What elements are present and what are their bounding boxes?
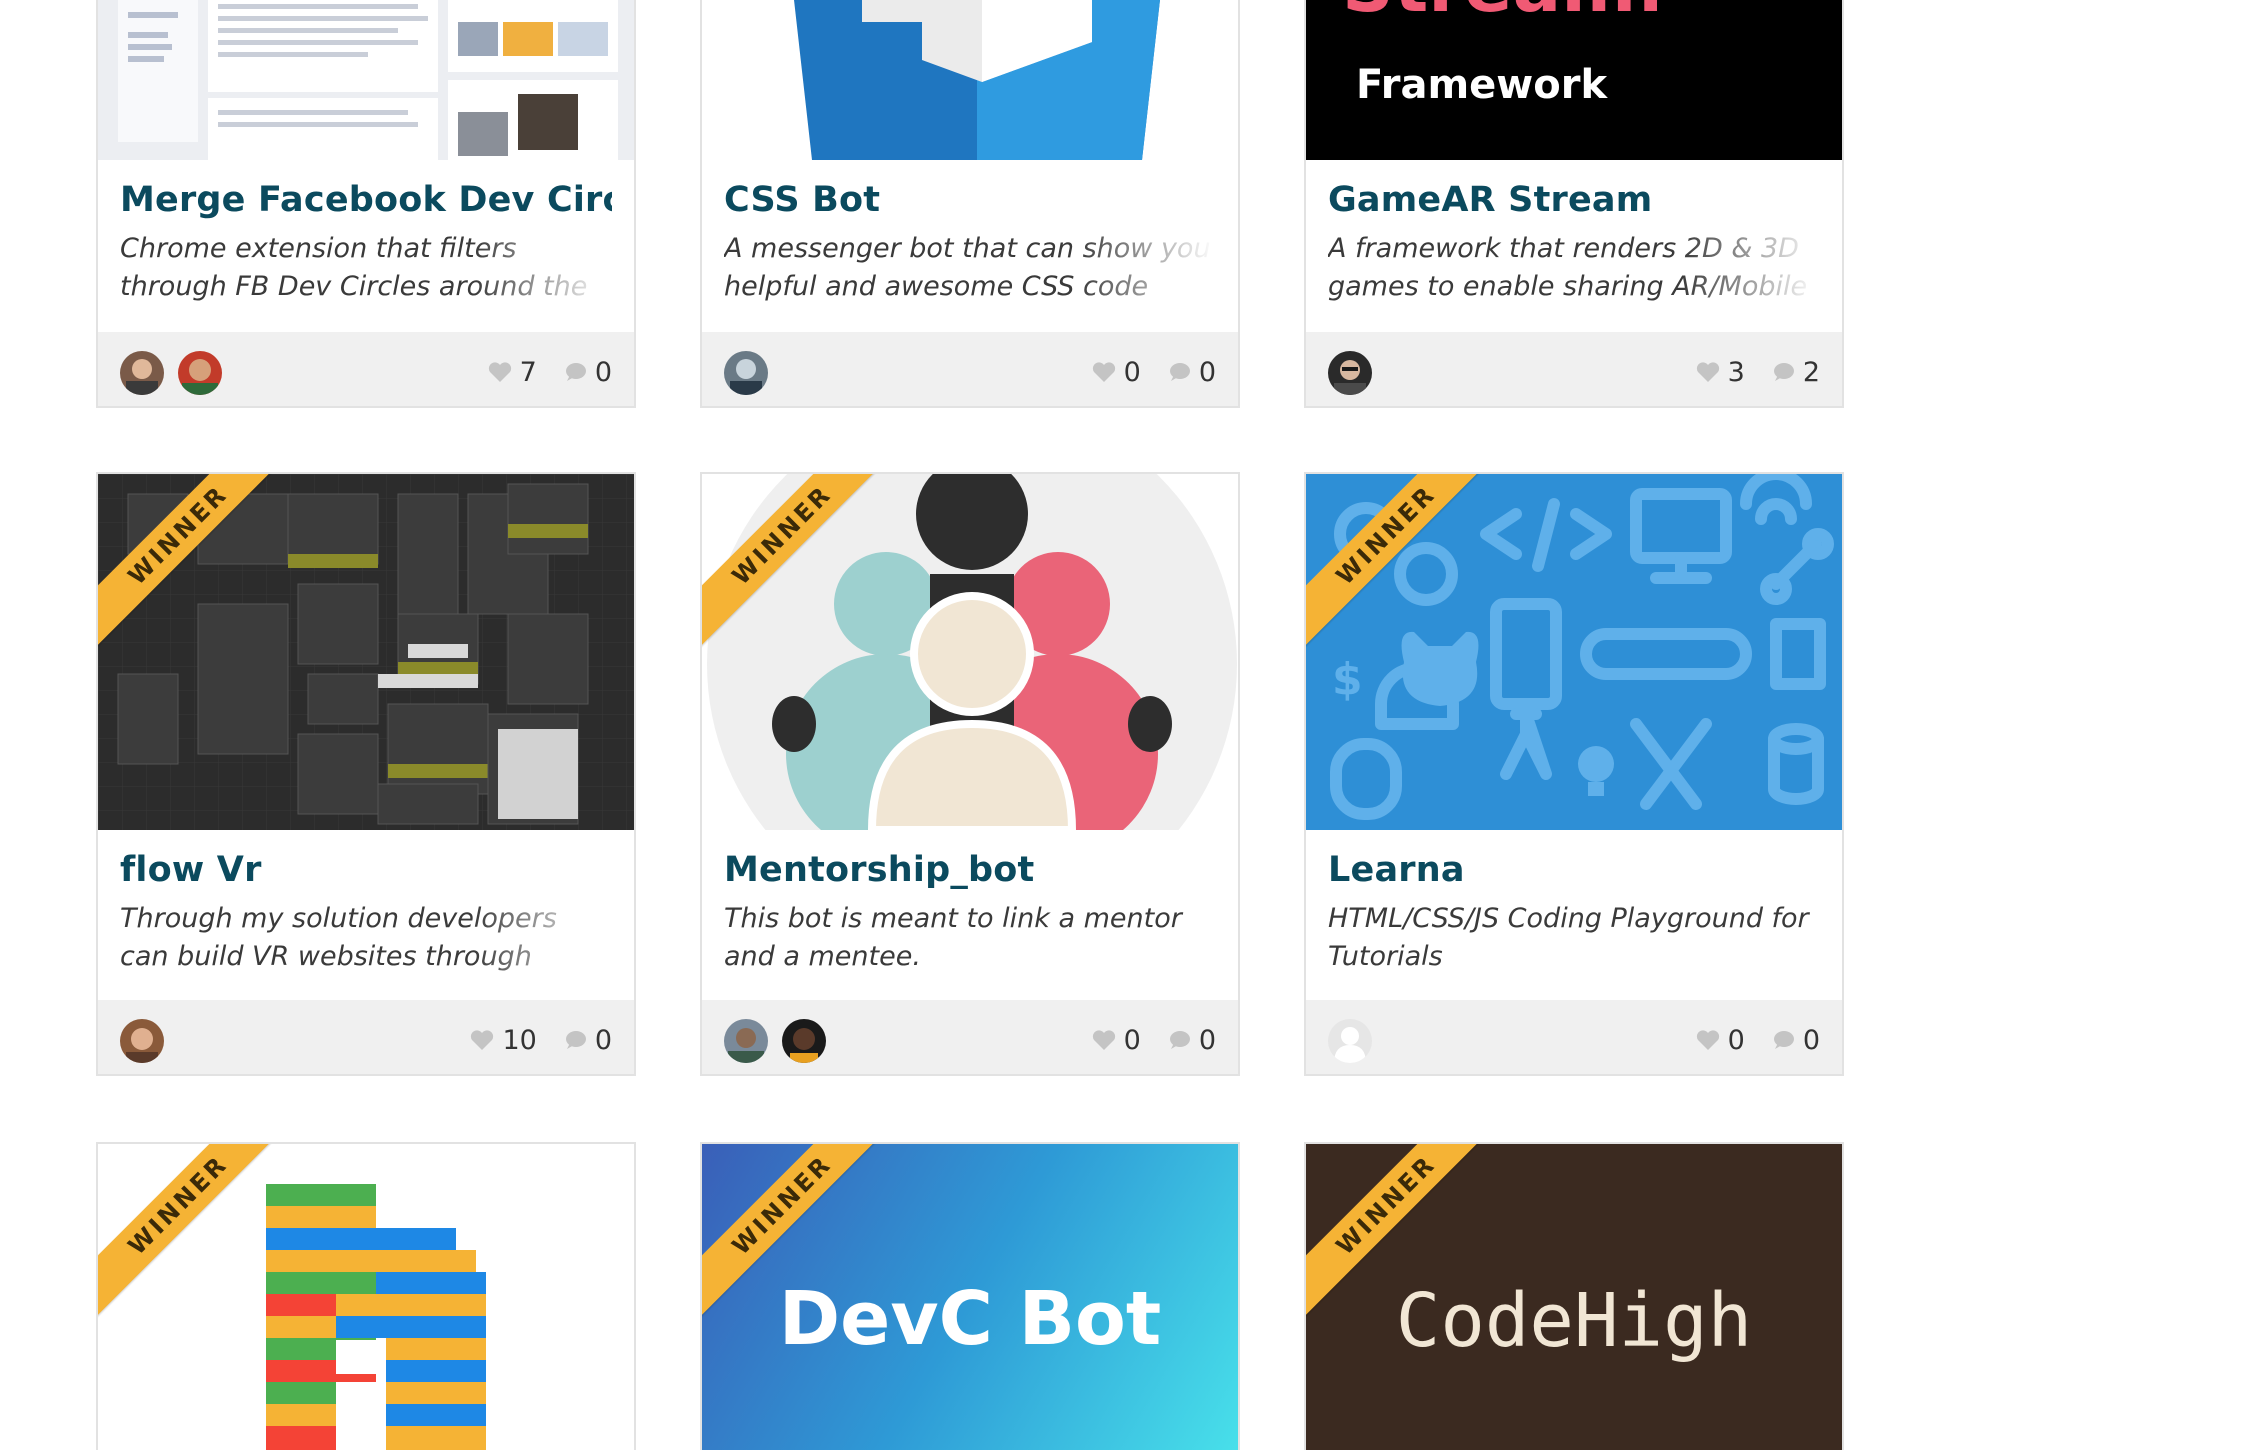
- card-footer: 3 2: [1306, 332, 1842, 406]
- avatar[interactable]: [178, 351, 222, 395]
- heart-icon: [1092, 1030, 1115, 1050]
- project-thumbnail[interactable]: [98, 0, 634, 160]
- avatar[interactable]: [120, 351, 164, 395]
- project-card[interactable]: WINNER Mentorship_bot This bot is meant …: [700, 472, 1240, 1076]
- like-count-value: 10: [502, 1024, 537, 1056]
- project-thumbnail[interactable]: [702, 0, 1238, 160]
- text-fade: [474, 230, 634, 306]
- heart-icon: [471, 1030, 494, 1050]
- project-thumbnail[interactable]: CodeHigh WINNER: [1306, 1144, 1842, 1450]
- speech-bubble-icon: [565, 363, 586, 381]
- card-footer: 7 0: [98, 332, 634, 406]
- text-fade: [1078, 230, 1238, 306]
- project-card[interactable]: CodeHigh WINNER: [1304, 1142, 1844, 1450]
- card-footer: 10 0: [98, 1000, 634, 1074]
- comment-count-value: 0: [1802, 1024, 1820, 1056]
- project-card[interactable]: WINNER: [96, 1142, 636, 1450]
- comment-count[interactable]: 0: [1771, 1025, 1820, 1056]
- avatar[interactable]: [724, 351, 768, 395]
- like-count[interactable]: 3: [1696, 357, 1745, 388]
- like-count-value: 0: [1123, 356, 1141, 388]
- heart-icon: [488, 362, 511, 382]
- text-fade: [474, 900, 634, 976]
- project-thumbnail[interactable]: WINNER: [98, 474, 634, 830]
- project-title[interactable]: Mentorship_bot: [724, 850, 1216, 890]
- comment-count-value: 0: [594, 1024, 612, 1056]
- project-card[interactable]: WINNER flow Vr Through my solution devel…: [96, 472, 636, 1076]
- project-card[interactable]: CSS Bot A messenger bot that can show yo…: [700, 0, 1240, 408]
- card-footer: 0 0: [702, 332, 1238, 406]
- avatar[interactable]: [724, 1019, 768, 1063]
- like-count-value: 3: [1727, 356, 1745, 388]
- comment-count-value: 0: [1198, 1024, 1216, 1056]
- avatar[interactable]: [1328, 1019, 1372, 1063]
- comment-count[interactable]: 0: [1167, 357, 1216, 388]
- image-headline: Stream:: [1342, 0, 1665, 28]
- speech-bubble-icon: [565, 1031, 586, 1049]
- card-stats: 3 2: [1670, 352, 1820, 392]
- heart-icon: [1696, 362, 1719, 382]
- like-count-value: 7: [519, 356, 537, 388]
- speech-bubble-icon: [1169, 363, 1190, 381]
- speech-bubble-icon: [1169, 1031, 1190, 1049]
- project-card[interactable]: Merge Facebook Dev Circles t Chrome exte…: [96, 0, 636, 408]
- heart-icon: [1696, 1030, 1719, 1050]
- speech-bubble-icon: [1773, 363, 1794, 381]
- project-thumbnail[interactable]: Stream: Framework: [1306, 0, 1842, 160]
- css-logo-image: [794, 0, 1160, 160]
- like-count[interactable]: 10: [470, 1024, 537, 1056]
- project-title[interactable]: flow Vr: [120, 850, 612, 890]
- project-title[interactable]: CSS Bot: [724, 180, 1216, 220]
- card-stats: 7 0: [462, 352, 612, 392]
- project-title[interactable]: Learna: [1328, 850, 1820, 890]
- card-stats: 0 0: [1670, 1020, 1820, 1060]
- like-count[interactable]: 0: [1092, 357, 1141, 388]
- svg-text:$: $: [1332, 654, 1363, 705]
- card-footer: 0 0: [702, 1000, 1238, 1074]
- project-card[interactable]: DevC Bot WINNER: [700, 1142, 1240, 1450]
- like-count-value: 0: [1123, 1024, 1141, 1056]
- image-headline: DevC Bot: [778, 1276, 1162, 1362]
- avatar[interactable]: [120, 1019, 164, 1063]
- heart-icon: [1092, 362, 1115, 382]
- project-thumbnail[interactable]: DevC Bot WINNER: [702, 1144, 1238, 1450]
- like-count[interactable]: 7: [488, 357, 537, 388]
- like-count[interactable]: 0: [1092, 1025, 1141, 1056]
- screenshot-image: [98, 0, 634, 160]
- project-thumbnail[interactable]: $ WINNER: [1306, 474, 1842, 830]
- card-stats: 0 0: [1066, 1020, 1216, 1060]
- project-grid: Merge Facebook Dev Circles t Chrome exte…: [96, 0, 1844, 1450]
- comment-count-value: 2: [1802, 356, 1820, 388]
- card-stats: 10 0: [444, 1020, 612, 1060]
- project-thumbnail[interactable]: WINNER: [702, 474, 1238, 830]
- project-thumbnail[interactable]: WINNER: [98, 1144, 634, 1450]
- default-user-icon: [1334, 1027, 1366, 1063]
- comment-count[interactable]: 2: [1771, 357, 1820, 388]
- card-stats: 0 0: [1066, 352, 1216, 392]
- comment-count[interactable]: 0: [1167, 1025, 1216, 1056]
- like-count[interactable]: 0: [1696, 1025, 1745, 1056]
- speech-bubble-icon: [1773, 1031, 1794, 1049]
- like-count-value: 0: [1727, 1024, 1745, 1056]
- project-description: This bot is meant to link a mentor and a…: [724, 903, 1182, 972]
- project-card[interactable]: $ WINNER Learna HTML/CSS/JS Coding Playg…: [1304, 472, 1844, 1076]
- image-subheadline: Framework: [1356, 62, 1608, 108]
- comment-count-value: 0: [594, 356, 612, 388]
- project-description: HTML/CSS/JS Coding Playground for Tutori…: [1328, 903, 1809, 972]
- comment-count[interactable]: 0: [563, 1025, 612, 1056]
- text-fade: [1682, 230, 1842, 306]
- project-title[interactable]: Merge Facebook Dev Circles t: [120, 180, 612, 220]
- image-headline: CodeHigh: [1395, 1278, 1753, 1364]
- comment-count-value: 0: [1198, 356, 1216, 388]
- avatar[interactable]: [782, 1019, 826, 1063]
- project-title[interactable]: GameAR Stream: [1328, 180, 1820, 220]
- comment-count[interactable]: 0: [563, 357, 612, 388]
- avatar[interactable]: [1328, 351, 1372, 395]
- project-card[interactable]: Stream: Framework GameAR Stream A framew…: [1304, 0, 1844, 408]
- card-footer: 0 0: [1306, 1000, 1842, 1074]
